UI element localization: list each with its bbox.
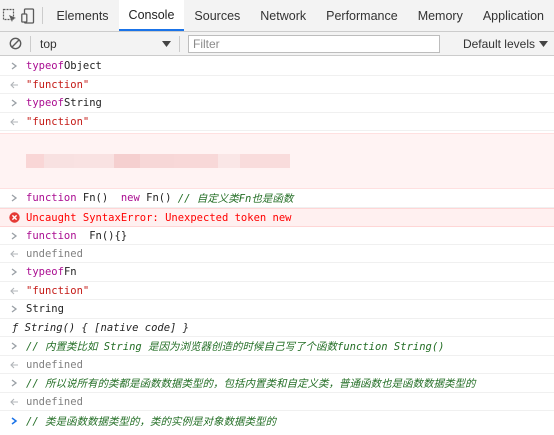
- code-text: Fn(){}: [76, 229, 128, 242]
- tab-console[interactable]: Console: [118, 0, 185, 31]
- console-result-row: undefined: [0, 356, 554, 374]
- code-text: Fn: [63, 266, 77, 278]
- code-text: Object: [63, 60, 102, 72]
- clear-console-button[interactable]: [0, 32, 30, 55]
- console-result-row: "function": [0, 113, 554, 131]
- result-undefined: undefined: [26, 358, 83, 371]
- dropdown-arrow-icon: [162, 40, 171, 47]
- code-comment: // 自定义类Fn也是函数: [177, 192, 294, 205]
- console-messages[interactable]: typeof Object "function" typeof String "…: [0, 57, 554, 435]
- result-arrow-icon: [7, 113, 21, 130]
- result-arrow-icon: [7, 245, 21, 262]
- tab-sources[interactable]: Sources: [184, 0, 250, 31]
- result-arrow-icon: [7, 76, 21, 93]
- result-undefined: undefined: [26, 395, 83, 408]
- context-label: top: [40, 36, 57, 51]
- code-keyword: typeof: [26, 266, 64, 278]
- console-prompt[interactable]: // 类是函数数据类型的，类的实例是对象数据类型的: [0, 411, 554, 431]
- console-input-row: String: [0, 300, 554, 319]
- input-chevron-icon: [7, 374, 21, 392]
- code-keyword: typeof: [26, 97, 64, 109]
- code-keyword: typeof: [26, 60, 64, 72]
- toolbar-divider: [179, 35, 180, 52]
- input-chevron-icon: [7, 94, 21, 112]
- result-arrow-icon: [7, 282, 21, 299]
- clear-console-icon: [9, 37, 21, 50]
- console-result-row: undefined: [0, 393, 554, 411]
- result-undefined: undefined: [26, 247, 83, 260]
- blurred-content: [26, 134, 290, 188]
- result-string: "function": [26, 284, 90, 297]
- code-keyword: new: [120, 192, 140, 204]
- input-chevron-icon: [7, 57, 21, 75]
- dropdown-arrow-icon: [539, 40, 548, 47]
- blurred-region: [0, 133, 554, 189]
- input-chevron-icon: [7, 337, 21, 355]
- tab-network[interactable]: Network: [250, 0, 316, 31]
- input-chevron-icon: [7, 227, 21, 244]
- tab-performance[interactable]: Performance: [316, 0, 408, 31]
- tabbar-divider: [41, 7, 43, 24]
- device-toolbar-icon[interactable]: [19, 0, 38, 31]
- console-result-row: undefined: [0, 245, 554, 263]
- result-string: "function": [26, 115, 90, 128]
- result-arrow-icon: [7, 393, 21, 410]
- console-input-row: typeof Fn: [0, 263, 554, 282]
- code-text: Fn(): [139, 192, 178, 204]
- console-input-row: // 内置类比如 String 是因为浏览器创造的时候自己写了个函数functi…: [0, 337, 554, 356]
- log-levels-label: Default levels: [462, 36, 535, 51]
- result-arrow-icon: [7, 356, 21, 373]
- error-message: Uncaught SyntaxError: Unexpected token n…: [26, 211, 292, 224]
- input-chevron-icon: [7, 189, 21, 207]
- console-result-row: "function": [0, 76, 554, 94]
- prompt-text[interactable]: // 类是函数数据类型的，类的实例是对象数据类型的: [26, 414, 276, 429]
- console-toolbar: top Default levels: [0, 32, 554, 56]
- input-chevron-icon: [7, 300, 21, 318]
- console-input-row: typeof Object: [0, 57, 554, 76]
- code-keyword: function: [26, 192, 77, 204]
- function-preview: String() { [native code] }: [18, 321, 190, 334]
- console-result-row: "function": [0, 282, 554, 300]
- error-icon: [7, 209, 21, 226]
- tab-memory[interactable]: Memory: [408, 0, 473, 31]
- result-string: "function": [26, 78, 90, 91]
- code-keyword: function: [26, 229, 77, 242]
- code-text: Fn(): [76, 192, 121, 204]
- log-levels-dropdown[interactable]: Default levels: [463, 37, 554, 51]
- console-result-row: ƒ String() { [native code] }: [0, 319, 554, 337]
- code-text: String: [63, 97, 102, 109]
- tab-application[interactable]: Application: [473, 0, 554, 31]
- code-text: String: [26, 303, 64, 315]
- prompt-icon: [7, 411, 21, 431]
- console-input-row: function Fn(){}: [0, 227, 554, 245]
- devtools-tabbar: Elements Console Sources Network Perform…: [0, 0, 554, 32]
- console-input-row: typeof String: [0, 94, 554, 113]
- console-input-row: function Fn() new Fn() // 自定义类Fn也是函数: [0, 189, 554, 208]
- console-input-row: // 所以说所有的类都是函数数据类型的，包括内置类和自定义类，普通函数也是函数数…: [0, 374, 554, 393]
- context-selector[interactable]: top: [31, 32, 179, 55]
- console-error-row: Uncaught SyntaxError: Unexpected token n…: [0, 208, 554, 227]
- filter-input[interactable]: [188, 34, 440, 53]
- code-comment: // 内置类比如 String 是因为浏览器创造的时候自己写了个函数functi…: [26, 340, 445, 353]
- tab-elements[interactable]: Elements: [46, 0, 118, 31]
- inspect-element-icon[interactable]: [0, 0, 19, 31]
- code-comment: // 所以说所有的类都是函数数据类型的，包括内置类和自定义类，普通函数也是函数数…: [26, 377, 476, 390]
- input-chevron-icon: [7, 263, 21, 281]
